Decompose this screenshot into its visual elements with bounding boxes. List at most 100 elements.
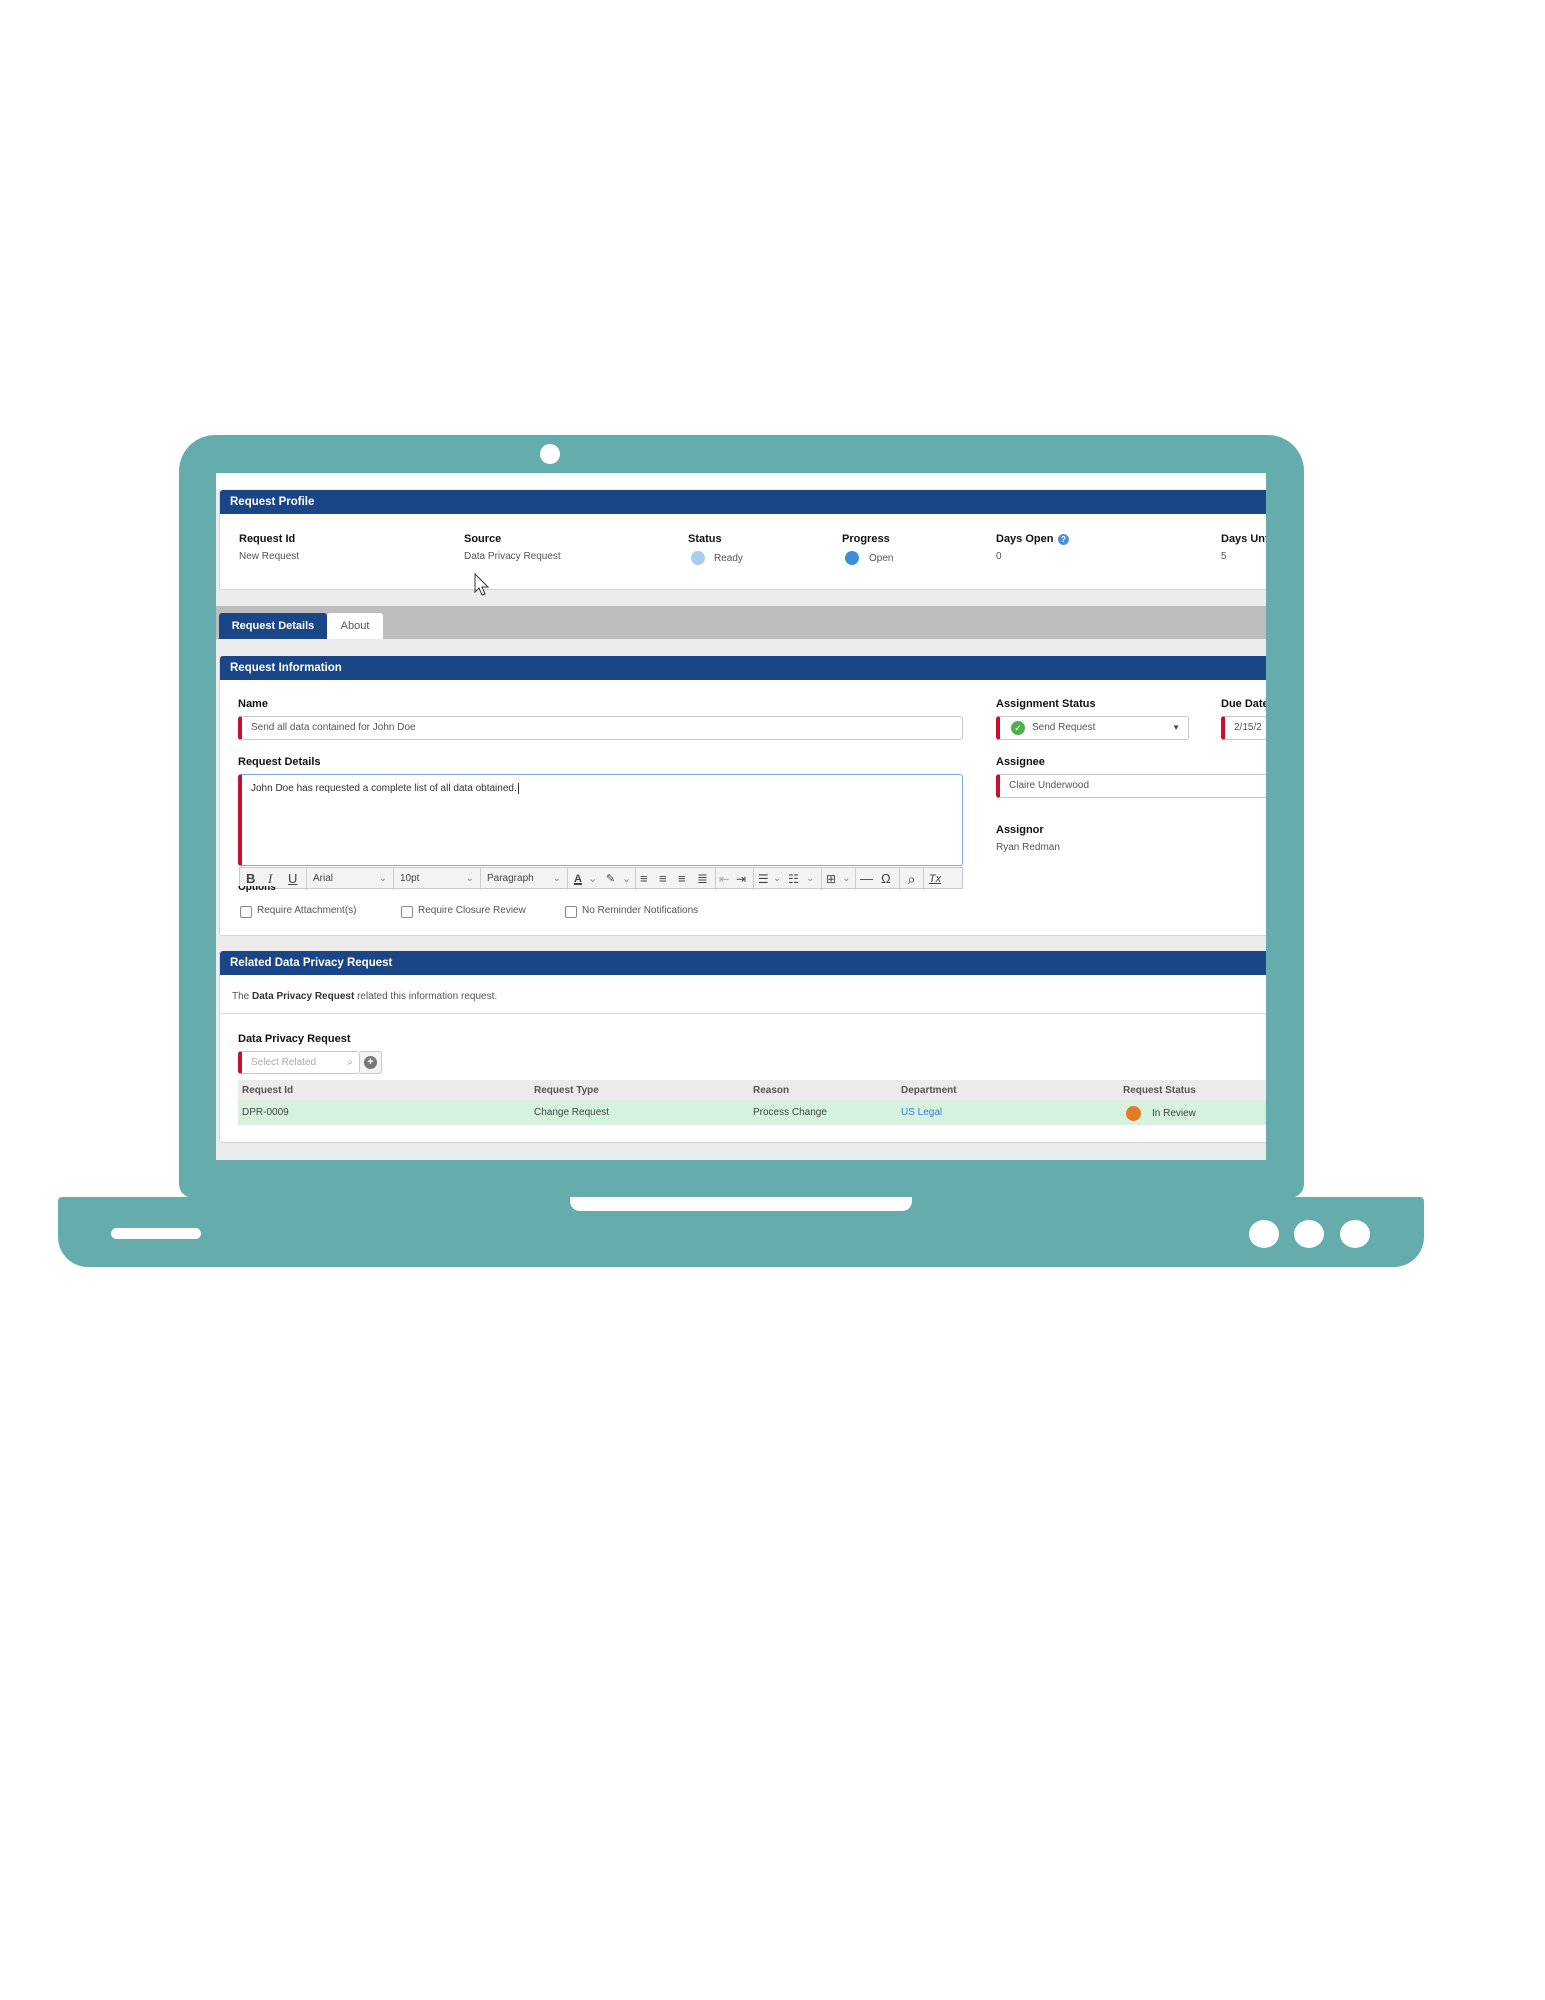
request-details-label: Request Details: [238, 756, 321, 768]
select-related-placeholder: Select Related: [251, 1057, 317, 1068]
laptop-camera: [540, 444, 560, 464]
assignee-input[interactable]: Claire Underwood: [996, 774, 1266, 798]
check-circle-icon: ✓: [1011, 721, 1025, 735]
chevron-down-icon: ⌄: [588, 873, 598, 885]
request-information-header: Request Information: [220, 656, 1266, 680]
laptop-base-notch: [570, 1197, 912, 1211]
require-attachments-checkbox[interactable]: [240, 906, 252, 918]
profile-label-status: Status: [688, 533, 722, 545]
tab-request-details[interactable]: Request Details: [219, 613, 327, 639]
cell-request-status: In Review: [1152, 1108, 1196, 1119]
chevron-down-icon: ⌄: [622, 873, 632, 885]
profile-label-source: Source: [464, 533, 502, 545]
chevron-down-icon: ⌄: [552, 873, 561, 884]
font-family-select[interactable]: Arial ⌄: [307, 868, 394, 890]
add-related-button[interactable]: +: [360, 1051, 382, 1074]
no-reminder-notifications-checkbox[interactable]: [565, 906, 577, 918]
font-size-select[interactable]: 10pt ⌄: [394, 868, 481, 890]
table-icon[interactable]: ⊞: [826, 868, 836, 890]
cell-department-link[interactable]: US Legal: [901, 1107, 942, 1118]
insert-group: — Ω: [856, 868, 900, 890]
table-row[interactable]: [238, 1101, 1266, 1125]
search-replace-button[interactable]: ⌕: [900, 868, 924, 890]
related-description: The Data Privacy Request related this in…: [232, 991, 497, 1002]
search-icon: ⌕: [907, 871, 916, 887]
list-group: ☰ ⌄ ☷ ⌄: [754, 868, 822, 890]
profile-value-days-open: 0: [996, 551, 1002, 562]
font-family-value: Arial: [313, 873, 334, 884]
align-center-icon[interactable]: ≡: [659, 868, 667, 890]
no-reminder-notifications-label: No Reminder Notifications: [582, 905, 699, 916]
profile-value-days-until: 5: [1221, 551, 1227, 562]
editor-toolbar: B I U Arial ⌄ 10pt ⌄ Paragraph ⌄ A ⌄ ✎ ⌄…: [239, 867, 963, 890]
divider: [220, 1013, 1266, 1014]
outdent-icon[interactable]: ⇤: [719, 868, 729, 890]
column-header-request-type[interactable]: Request Type: [534, 1085, 599, 1096]
text-color-button[interactable]: A: [574, 868, 582, 890]
profile-value-status: Ready: [714, 553, 743, 564]
related-request-header: Related Data Privacy Request: [220, 951, 1266, 975]
profile-label-progress: Progress: [842, 533, 890, 545]
laptop-led: [1249, 1220, 1279, 1248]
search-icon: ⌕: [347, 1057, 353, 1068]
special-char-button[interactable]: Ω: [881, 868, 891, 890]
profile-value-source: Data Privacy Request: [464, 551, 561, 562]
column-header-reason[interactable]: Reason: [753, 1085, 789, 1096]
font-size-value: 10pt: [400, 873, 420, 884]
tab-about[interactable]: About: [327, 613, 383, 639]
indent-group: ⇤ ⇥: [716, 868, 754, 890]
caret-down-icon: ▼: [1172, 723, 1180, 732]
due-date-label: Due Date: [1221, 698, 1266, 710]
assignment-status-label: Assignment Status: [996, 698, 1096, 710]
name-label: Name: [238, 698, 268, 710]
name-input[interactable]: Send all data contained for John Doe: [238, 716, 963, 740]
profile-value-progress: Open: [869, 553, 894, 564]
profile-value-request-id: New Request: [239, 551, 300, 562]
color-group: A ⌄ ✎ ⌄: [568, 868, 636, 890]
numbered-list-icon[interactable]: ☷: [788, 868, 799, 890]
profile-label-days-open: Days Open: [996, 533, 1054, 545]
chevron-down-icon: ⌄: [773, 873, 782, 884]
text-caret: [517, 783, 519, 794]
screen-top-margin: [216, 473, 1266, 489]
column-header-request-status[interactable]: Request Status: [1123, 1085, 1196, 1096]
chevron-down-icon: ⌄: [842, 873, 851, 884]
chevron-down-icon: ⌄: [378, 873, 387, 884]
assignor-label: Assignor: [996, 824, 1044, 836]
chevron-down-icon: ⌄: [806, 873, 815, 884]
require-closure-review-checkbox[interactable]: [401, 906, 413, 918]
highlight-pen-icon[interactable]: ✎: [606, 868, 615, 890]
help-question-icon[interactable]: ?: [1058, 534, 1069, 545]
laptop-slot: [111, 1228, 201, 1239]
indent-icon[interactable]: ⇥: [736, 868, 746, 890]
profile-label-days-until: Days Unt: [1221, 533, 1266, 545]
chevron-down-icon: ⌄: [465, 873, 474, 884]
assignor-value: Ryan Redman: [996, 842, 1060, 853]
align-left-icon[interactable]: ≡: [640, 868, 648, 890]
request-details-text: John Doe has requested a complete list o…: [251, 783, 517, 794]
due-date-input[interactable]: 2/15/2: [1221, 716, 1266, 740]
align-right-icon[interactable]: ≡: [678, 868, 686, 890]
cell-request-id: DPR-0009: [242, 1107, 289, 1118]
align-group: ≡ ≡ ≡ ≣: [636, 868, 716, 890]
align-justify-icon[interactable]: ≣: [697, 868, 708, 890]
plus-circle-icon: +: [364, 1056, 377, 1069]
column-header-request-id[interactable]: Request Id: [242, 1085, 293, 1096]
block-format-value: Paragraph: [487, 873, 534, 884]
bullet-list-icon[interactable]: ☰: [758, 868, 769, 890]
require-attachments-label: Require Attachment(s): [257, 905, 357, 916]
horizontal-rule-icon[interactable]: —: [860, 868, 873, 890]
mouse-cursor-icon: [474, 573, 490, 596]
table-group: ⊞ ⌄: [822, 868, 856, 890]
profile-label-request-id: Request Id: [239, 533, 296, 545]
laptop-led: [1340, 1220, 1370, 1248]
block-format-select[interactable]: Paragraph ⌄: [481, 868, 568, 890]
clear-formatting-button[interactable]: Tx: [924, 868, 946, 890]
status-indicator-icon: [1126, 1106, 1141, 1121]
underline-button[interactable]: U: [288, 868, 297, 890]
request-details-editor[interactable]: John Doe has requested a complete list o…: [238, 774, 963, 866]
status-indicator-icon: [691, 551, 705, 565]
select-related-input[interactable]: Select Related ⌕: [238, 1051, 360, 1074]
cell-reason: Process Change: [753, 1107, 827, 1118]
column-header-department[interactable]: Department: [901, 1085, 957, 1096]
